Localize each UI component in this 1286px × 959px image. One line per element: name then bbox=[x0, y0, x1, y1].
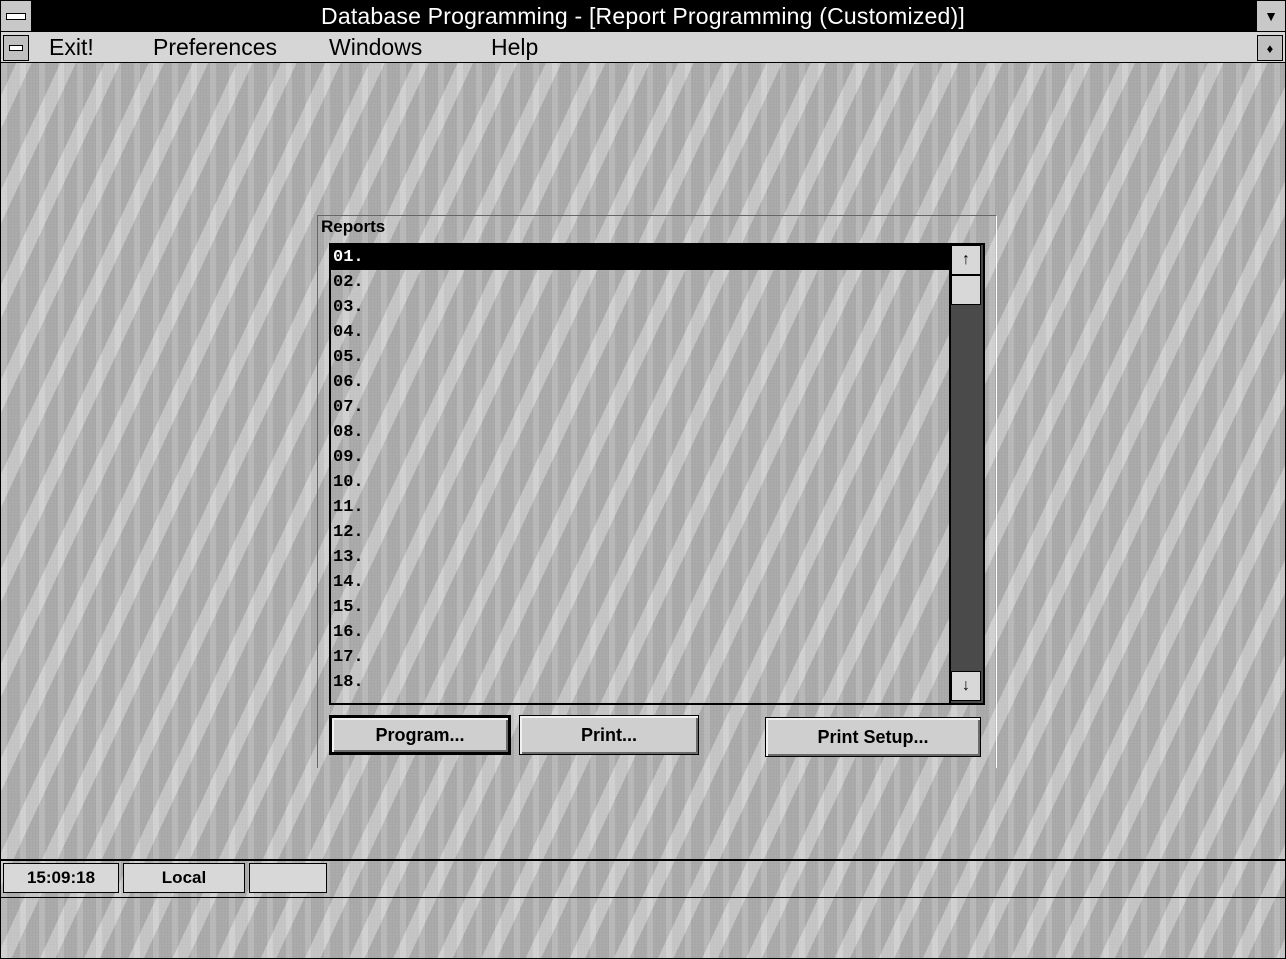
status-bar: 15:09:18 Local bbox=[1, 859, 1285, 898]
window-title: Database Programming - [Report Programmi… bbox=[321, 3, 965, 29]
title-bar: Database Programming - [Report Programmi… bbox=[1, 1, 1285, 32]
document-system-menu-button[interactable] bbox=[3, 35, 29, 61]
list-item[interactable]: 05. bbox=[331, 345, 951, 370]
scroll-thumb[interactable] bbox=[951, 275, 981, 305]
maximize-button[interactable]: ▼ bbox=[1256, 1, 1285, 31]
status-panel-empty bbox=[249, 863, 327, 893]
list-item[interactable]: 17. bbox=[331, 645, 951, 670]
chevron-down-icon: ▼ bbox=[1264, 8, 1278, 24]
restore-icon: ♦ bbox=[1266, 40, 1274, 56]
program-button[interactable]: Program... bbox=[329, 715, 511, 755]
list-item[interactable]: 16. bbox=[331, 620, 951, 645]
list-item[interactable]: 14. bbox=[331, 570, 951, 595]
list-item[interactable]: 03. bbox=[331, 295, 951, 320]
list-item[interactable]: 11. bbox=[331, 495, 951, 520]
status-time: 15:09:18 bbox=[3, 863, 119, 893]
list-item[interactable]: 15. bbox=[331, 595, 951, 620]
list-item[interactable]: 08. bbox=[331, 420, 951, 445]
print-button[interactable]: Print... bbox=[519, 715, 699, 755]
list-item[interactable]: 12. bbox=[331, 520, 951, 545]
reports-label: Reports bbox=[321, 217, 386, 236]
menu-windows[interactable]: Windows bbox=[329, 32, 422, 62]
list-item[interactable]: 13. bbox=[331, 545, 951, 570]
list-item[interactable]: 18. bbox=[331, 670, 951, 695]
list-item[interactable]: 06. bbox=[331, 370, 951, 395]
system-menu-button[interactable] bbox=[1, 1, 32, 31]
list-item[interactable]: 04. bbox=[331, 320, 951, 345]
system-menu-icon bbox=[6, 12, 26, 20]
reports-scrollbar[interactable]: ↑ ↓ bbox=[949, 245, 983, 703]
document-menu-icon bbox=[9, 45, 23, 51]
status-mode: Local bbox=[123, 863, 245, 893]
list-item[interactable]: 01. bbox=[331, 245, 951, 270]
menu-preferences[interactable]: Preferences bbox=[153, 32, 277, 62]
list-item[interactable]: 10. bbox=[331, 470, 951, 495]
arrow-down-icon: ↓ bbox=[962, 677, 970, 694]
menu-help[interactable]: Help bbox=[491, 32, 538, 62]
list-item[interactable]: 02. bbox=[331, 270, 951, 295]
print-setup-button[interactable]: Print Setup... bbox=[765, 717, 981, 757]
app-window: Database Programming - [Report Programmi… bbox=[0, 0, 1286, 959]
reports-listbox[interactable]: 18. 17. 16. 15. 14. 13. 12. 11. 10. 09. 08. 07. 06. 0… bbox=[329, 243, 985, 705]
scroll-up-button[interactable]: ↑ bbox=[951, 245, 981, 275]
menu-exit[interactable]: Exit! bbox=[49, 32, 94, 62]
scroll-down-button[interactable]: ↓ bbox=[951, 671, 981, 701]
menu-bar: Exit! Preferences Windows Help ♦ bbox=[1, 32, 1285, 63]
arrow-up-icon: ↑ bbox=[962, 251, 970, 268]
list-item[interactable]: 09. bbox=[331, 445, 951, 470]
restore-button[interactable]: ♦ bbox=[1257, 35, 1283, 61]
list-item[interactable]: 07. bbox=[331, 395, 951, 420]
